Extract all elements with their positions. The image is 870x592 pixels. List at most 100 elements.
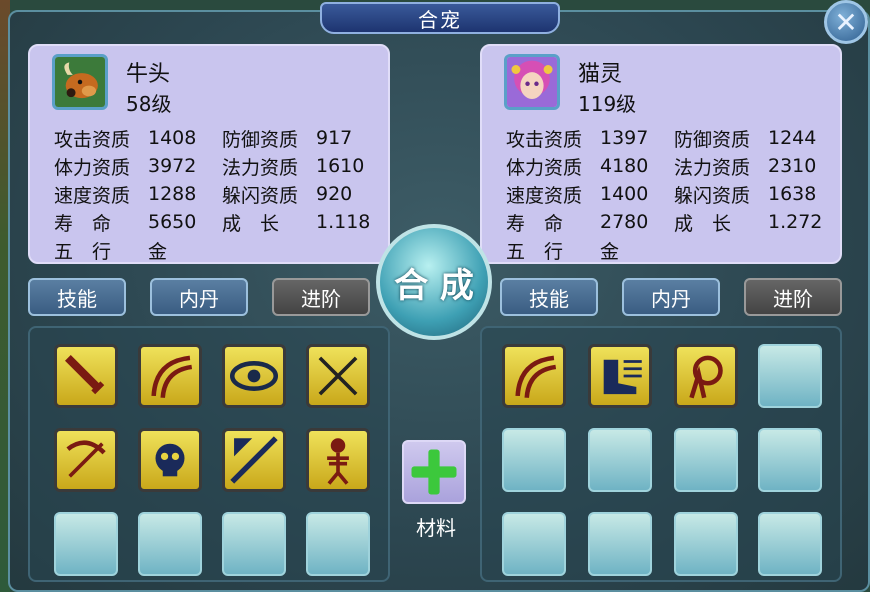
- skill-slot[interactable]: [222, 428, 286, 492]
- skeleton-icon: [327, 438, 349, 485]
- spear-strike-icon: [230, 436, 278, 484]
- empty-skill-slot[interactable]: [758, 428, 822, 492]
- stat-label: 速度资质: [506, 184, 583, 207]
- protect-shield-icon: [689, 355, 723, 399]
- stat-row: 寿 命 2780 成 长 1.272: [506, 208, 836, 236]
- stat-value: 1400: [600, 183, 649, 205]
- right-pet-level: 119级: [578, 92, 637, 116]
- skill-slot[interactable]: [502, 344, 566, 408]
- right-pet-name: 猫灵: [578, 62, 623, 87]
- left-tab-skills[interactable]: 技能: [28, 278, 126, 316]
- stat-label: 成 长: [222, 212, 280, 235]
- stat-value: 金: [148, 240, 168, 263]
- crossed-swords-icon: [318, 356, 358, 396]
- left-pet-level: 58级: [126, 92, 172, 116]
- eye-icon: [229, 361, 279, 391]
- skill-slot[interactable]: [306, 428, 370, 492]
- sword-skill-icon: [64, 354, 105, 395]
- stat-value: 1408: [148, 127, 197, 149]
- stat-label: 寿 命: [506, 212, 564, 235]
- left-pet-name: 牛头: [126, 62, 171, 87]
- skill-slot[interactable]: [138, 428, 202, 492]
- right-tab-advance[interactable]: 进阶: [744, 278, 842, 316]
- close-icon: ✕: [834, 5, 858, 39]
- stat-value: 920: [316, 183, 353, 205]
- skill-slot[interactable]: [588, 344, 652, 408]
- stat-row: 体力资质 4180 法力资质 2310: [506, 152, 836, 180]
- skill-slot[interactable]: [222, 344, 286, 408]
- close-button[interactable]: ✕: [824, 0, 868, 44]
- stat-row: 速度资质 1400 躲闪资质 1638: [506, 180, 836, 208]
- empty-skill-slot[interactable]: [588, 428, 652, 492]
- skill-slot[interactable]: [306, 344, 370, 408]
- skull-icon: [155, 443, 185, 477]
- combine-label: 合 成: [394, 265, 474, 306]
- stat-row: 寿 命 5650 成 长 1.118: [54, 208, 384, 236]
- stat-value: 4180: [600, 155, 649, 177]
- empty-skill-slot[interactable]: [758, 344, 822, 408]
- skill-slot[interactable]: [54, 344, 118, 408]
- stat-value: 1397: [600, 127, 649, 149]
- stat-label: 法力资质: [222, 156, 299, 179]
- stat-label: 防御资质: [222, 128, 299, 151]
- empty-skill-slot[interactable]: [502, 428, 566, 492]
- stat-label: 躲闪资质: [222, 184, 299, 207]
- stat-label: 攻击资质: [506, 128, 583, 151]
- stat-row: 攻击资质 1408 防御资质 917: [54, 124, 384, 152]
- stat-label: 法力资质: [674, 156, 751, 179]
- plus-icon: [411, 449, 457, 495]
- right-tab-inner-core[interactable]: 内丹: [622, 278, 720, 316]
- stat-value: 1.272: [768, 211, 823, 233]
- right-pet-info-panel: 猫灵 119级 攻击资质 1397 防御资质 1244 体力资质 4180 法力资质 231…: [480, 44, 842, 264]
- stat-label: 体力资质: [54, 156, 131, 179]
- left-pet-stats: 攻击资质 1408 防御资质 917 体力资质 3972 法力资质 1610 速度资质 128…: [54, 124, 384, 264]
- stat-value: 金: [600, 240, 620, 263]
- left-pet-avatar[interactable]: [52, 54, 108, 110]
- empty-skill-slot[interactable]: [588, 512, 652, 576]
- stat-value: 2780: [600, 211, 649, 233]
- empty-skill-slot[interactable]: [674, 428, 738, 492]
- stat-row: 速度资质 1288 躲闪资质 920: [54, 180, 384, 208]
- skill-slot[interactable]: [54, 428, 118, 492]
- empty-skill-slot[interactable]: [306, 512, 370, 576]
- combine-button[interactable]: 合 成: [376, 224, 492, 340]
- stat-label: 五 行: [506, 240, 564, 263]
- stat-row: 五 行金: [54, 236, 384, 264]
- window-title: 合宠: [418, 7, 462, 32]
- stat-label: 防御资质: [674, 128, 751, 151]
- window-titlebar: 合宠: [320, 2, 560, 34]
- material-label: 材料: [416, 516, 456, 540]
- stat-value: 2310: [768, 155, 817, 177]
- stat-label: 躲闪资质: [674, 184, 751, 207]
- claw-slash-icon: [515, 355, 557, 398]
- left-tab-inner-core[interactable]: 内丹: [150, 278, 248, 316]
- skill-slot[interactable]: [674, 344, 738, 408]
- stat-label: 体力资质: [506, 156, 583, 179]
- skill-slot[interactable]: [138, 344, 202, 408]
- stat-row: 五 行金: [506, 236, 836, 264]
- cat-spirit-portrait-icon: [507, 57, 557, 107]
- empty-skill-slot[interactable]: [674, 512, 738, 576]
- stat-row: 体力资质 3972 法力资质 1610: [54, 152, 384, 180]
- stat-label: 攻击资质: [54, 128, 131, 151]
- stat-label: 成 长: [674, 212, 732, 235]
- empty-skill-slot[interactable]: [758, 512, 822, 576]
- left-tab-advance[interactable]: 进阶: [272, 278, 370, 316]
- stat-value: 917: [316, 127, 353, 149]
- stat-label: 速度资质: [54, 184, 131, 207]
- right-pet-avatar[interactable]: [504, 54, 560, 110]
- bull-head-portrait-icon: [55, 57, 105, 107]
- material-slot[interactable]: [402, 440, 466, 504]
- stat-value: 1.118: [316, 211, 371, 233]
- stat-label: 五 行: [54, 240, 112, 263]
- claw-slash-icon: [151, 355, 193, 398]
- right-skill-grid: [480, 326, 842, 582]
- empty-skill-slot[interactable]: [502, 512, 566, 576]
- right-tab-skills[interactable]: 技能: [500, 278, 598, 316]
- empty-skill-slot[interactable]: [138, 512, 202, 576]
- empty-skill-slot[interactable]: [222, 512, 286, 576]
- empty-skill-slot[interactable]: [54, 512, 118, 576]
- stat-value: 1244: [768, 127, 817, 149]
- stat-value: 1638: [768, 183, 817, 205]
- left-skill-grid: [28, 326, 390, 582]
